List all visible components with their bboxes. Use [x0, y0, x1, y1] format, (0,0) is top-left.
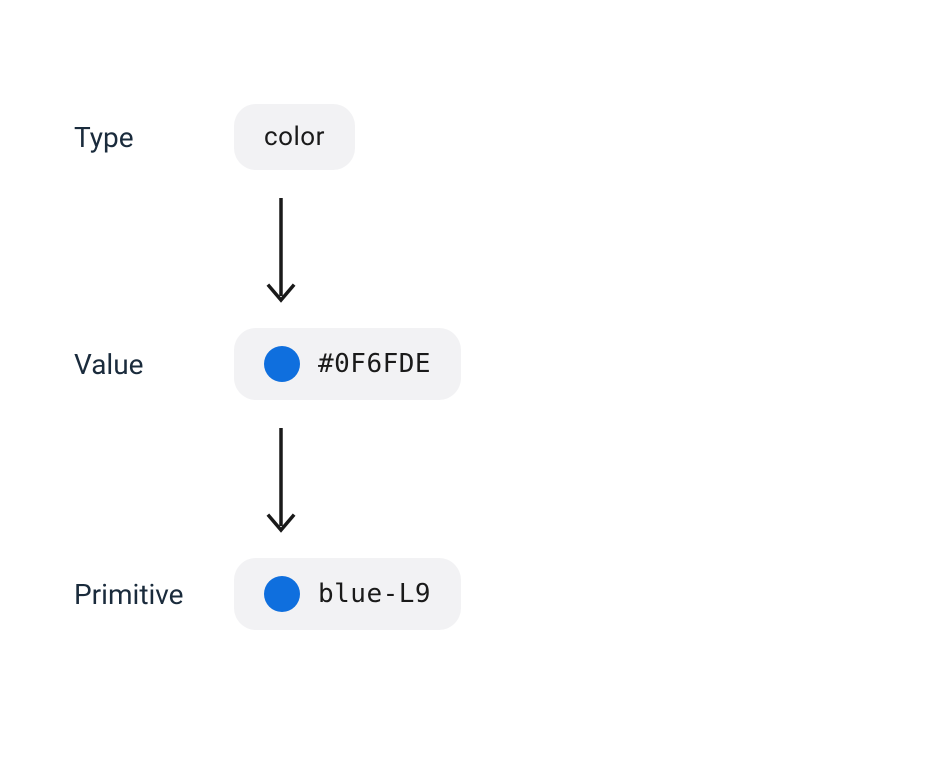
- pill-value: #0F6FDE: [234, 328, 461, 400]
- pill-value-text: #0F6FDE: [318, 349, 431, 379]
- arrow-value-to-primitive: [266, 400, 461, 558]
- token-diagram: Type color Value #0F6FDE Primitive blue-…: [74, 104, 461, 630]
- label-primitive: Primitive: [74, 578, 234, 611]
- arrow-type-to-value: [266, 170, 461, 328]
- pill-type-text: color: [264, 122, 325, 152]
- pill-type: color: [234, 104, 355, 170]
- pill-primitive-text: blue-L9: [318, 579, 431, 609]
- label-value: Value: [74, 348, 234, 381]
- arrow-down-icon: [266, 428, 296, 538]
- label-type: Type: [74, 121, 234, 154]
- row-value: Value #0F6FDE: [74, 328, 461, 400]
- row-primitive: Primitive blue-L9: [74, 558, 461, 630]
- arrow-down-icon: [266, 198, 296, 308]
- pill-primitive: blue-L9: [234, 558, 461, 630]
- swatch-primitive: [264, 576, 300, 612]
- swatch-value: [264, 346, 300, 382]
- row-type: Type color: [74, 104, 461, 170]
